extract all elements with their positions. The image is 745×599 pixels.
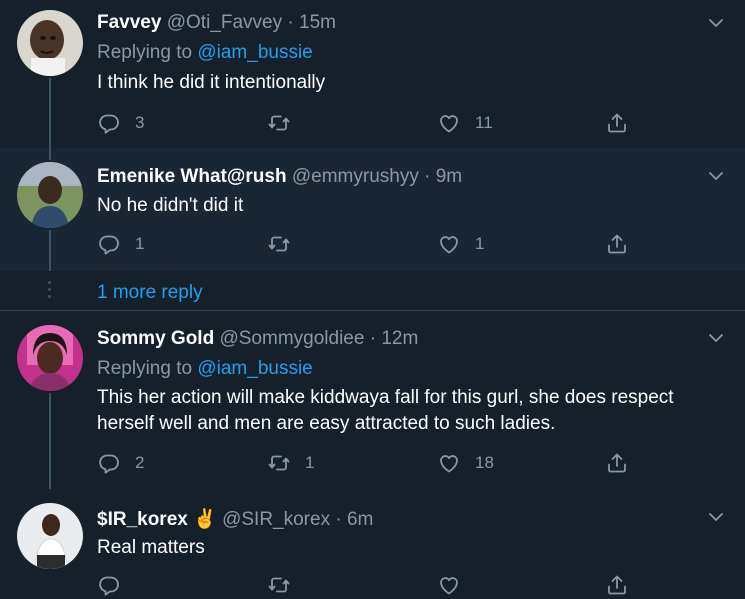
tweet-actions: 1 1	[97, 230, 637, 258]
avatar[interactable]	[17, 503, 83, 569]
avatar[interactable]	[17, 10, 83, 76]
separator: ·	[369, 328, 377, 349]
tweet-actions: 2 1 18	[97, 449, 637, 477]
retweet-button[interactable]	[267, 109, 305, 137]
like-button[interactable]: 1	[437, 230, 484, 258]
tweet-sir-korex[interactable]: $IR_korex ✌ @SIR_korex · 6m Real matters	[0, 489, 745, 586]
retweet-icon	[267, 111, 291, 135]
tweet-actions	[97, 571, 637, 599]
retweet-button[interactable]	[267, 230, 305, 258]
like-button[interactable]: 11	[437, 109, 493, 137]
tweet-header: Sommy Gold @Sommygoldiee · 12m	[97, 328, 418, 350]
reply-button[interactable]: 3	[97, 109, 144, 137]
display-name[interactable]: Emenike What@rush	[97, 166, 287, 187]
tweet-emenike[interactable]: Emenike What@rush @emmyrushyy · 9m No he…	[0, 148, 745, 271]
retweet-button[interactable]	[267, 571, 305, 599]
tweet-text: Real matters	[97, 537, 205, 558]
tweet-text: This her action will make kiddwaya fall …	[97, 387, 674, 434]
tweet-header: Favvey @Oti_Favvey · 15m	[97, 12, 336, 34]
retweet-icon	[267, 573, 291, 597]
user-handle[interactable]: @Sommygoldiee	[219, 328, 364, 349]
reply-button[interactable]: 2	[97, 449, 144, 477]
display-name[interactable]: Favvey	[97, 12, 161, 33]
reply-icon	[97, 451, 121, 475]
reply-icon	[97, 111, 121, 135]
reply-icon	[97, 573, 121, 597]
thread-dots	[48, 281, 51, 302]
share-icon	[605, 111, 629, 135]
separator: ·	[424, 166, 431, 187]
share-button[interactable]	[605, 571, 629, 599]
victory-hand-emoji: ✌	[193, 509, 217, 530]
share-button[interactable]	[605, 449, 629, 477]
separator: ·	[287, 12, 294, 33]
tweet-header: Emenike What@rush @emmyrushyy · 9m	[97, 166, 462, 188]
share-button[interactable]	[605, 109, 629, 137]
avatar[interactable]	[17, 162, 83, 228]
user-handle[interactable]: @emmyrushyy	[292, 166, 419, 187]
display-name[interactable]: Sommy Gold	[97, 328, 214, 349]
timestamp[interactable]: 12m	[381, 328, 418, 349]
retweet-icon	[267, 451, 291, 475]
share-icon	[605, 232, 629, 256]
replying-to-label: Replying to	[97, 358, 193, 379]
tweet-favvey[interactable]: Favvey @Oti_Favvey · 15m Replying to @ia…	[0, 0, 745, 148]
tweet-actions: 3 11	[97, 109, 637, 137]
like-count: 18	[475, 453, 494, 472]
tweet-sommy[interactable]: Sommy Gold @Sommygoldiee · 12m Replying …	[0, 311, 745, 489]
reply-button[interactable]	[97, 571, 135, 599]
reply-count: 2	[135, 453, 145, 472]
chevron-down-icon[interactable]	[707, 14, 725, 32]
reply-icon	[97, 232, 121, 256]
like-button[interactable]: 18	[437, 449, 494, 477]
heart-icon	[437, 573, 461, 597]
more-replies-link[interactable]: 1 more reply	[97, 282, 203, 304]
reply-count: 1	[135, 234, 145, 253]
heart-icon	[437, 451, 461, 475]
replying-to-label: Replying to	[97, 42, 193, 63]
heart-icon	[437, 111, 461, 135]
timestamp[interactable]: 15m	[299, 12, 336, 33]
chevron-down-icon[interactable]	[707, 508, 725, 526]
user-handle[interactable]: @SIR_korex	[222, 509, 330, 530]
chevron-down-icon[interactable]	[707, 167, 725, 185]
separator: ·	[335, 509, 342, 530]
retweet-button[interactable]: 1	[267, 449, 314, 477]
reply-count: 3	[135, 113, 145, 132]
display-name[interactable]: $IR_korex	[97, 509, 188, 530]
replying-to: Replying to @iam_bussie	[97, 42, 313, 64]
retweet-count: 1	[305, 453, 315, 472]
heart-icon	[437, 232, 461, 256]
share-icon	[605, 573, 629, 597]
timestamp[interactable]: 9m	[436, 166, 462, 187]
avatar[interactable]	[17, 325, 83, 391]
replying-to-handle[interactable]: @iam_bussie	[197, 358, 312, 379]
like-count: 1	[475, 234, 485, 253]
like-count: 11	[475, 113, 493, 132]
reply-button[interactable]: 1	[97, 230, 144, 258]
replying-to-handle[interactable]: @iam_bussie	[197, 42, 312, 63]
chevron-down-icon[interactable]	[707, 329, 725, 347]
tweet-text: I think he did it intentionally	[97, 72, 326, 93]
share-button[interactable]	[605, 230, 629, 258]
tweet-header: $IR_korex ✌ @SIR_korex · 6m	[97, 507, 373, 531]
user-handle[interactable]: @Oti_Favvey	[167, 12, 282, 33]
replying-to: Replying to @iam_bussie	[97, 358, 313, 380]
like-button[interactable]	[437, 571, 475, 599]
share-icon	[605, 451, 629, 475]
retweet-icon	[267, 232, 291, 256]
tweet-text: No he didn't did it	[97, 195, 244, 216]
timestamp[interactable]: 6m	[347, 509, 373, 530]
